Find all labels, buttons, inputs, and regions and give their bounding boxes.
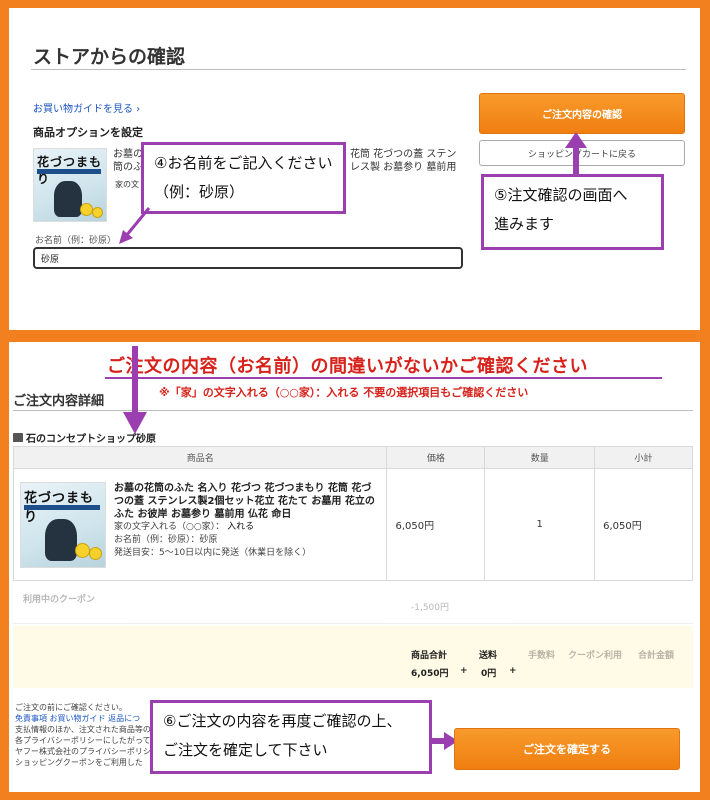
fee-label: 手数料 xyxy=(528,651,556,661)
disclaimer-link[interactable]: 免責事項 xyxy=(15,714,47,723)
fine-print-line: 各プライバシーポリシーにしたがって xyxy=(15,736,151,745)
col-product-name: 商品名 xyxy=(12,446,388,469)
gravestone-figure xyxy=(54,181,82,217)
shipping-label: 送料 xyxy=(479,651,498,661)
plus-sign: + xyxy=(460,666,468,676)
coupon-label: 利用中のクーポン xyxy=(23,595,96,605)
plus-sign: + xyxy=(509,666,517,676)
smile-sticker-icon xyxy=(80,203,93,216)
store-icon xyxy=(13,433,23,442)
item-description: お墓の花筒のふた 名入り 花づつ 花づつまもり 花筒 花づつの蓋 ステンレス製2… xyxy=(114,482,380,568)
check-name-headline: ご注文の内容（お名前）の間違いがないかご確認ください xyxy=(107,356,588,377)
smile-sticker-icon xyxy=(75,542,90,558)
title-divider xyxy=(31,69,686,70)
item-price: 6,050円 xyxy=(386,468,486,581)
coupon-row: 利用中のクーポン -1,500円 xyxy=(13,578,693,624)
shopping-guide-footer-link[interactable]: お買い物ガイド xyxy=(50,714,106,723)
col-subtotal: 小計 xyxy=(594,446,693,469)
order-summary: 商品合計 送料 6,050円 + 0円 + 手数料 クーポン利用 合計金額 xyxy=(13,626,693,688)
item-thumbnail: 花づつまもり xyxy=(20,481,106,568)
item-option-shipping: 発送目安：5〜10日以内に発送（休業日を除く） xyxy=(114,547,312,558)
arrow-to-name-field-icon xyxy=(119,207,151,244)
item-quantity: 1 xyxy=(484,468,596,581)
shop-name-text: 石のコンセプトショップ砂原 xyxy=(26,434,156,445)
col-price: 価格 xyxy=(386,446,486,469)
callout-enter-name-line1: ④お名前をご記入ください xyxy=(154,154,333,172)
item-thumbnail-banner xyxy=(24,504,100,510)
smile-sticker-icon xyxy=(89,546,102,560)
goods-total-value: 6,050円 xyxy=(411,669,449,679)
smile-sticker-icon xyxy=(92,207,103,218)
fine-print-line: ご注文の前にご確認ください。 xyxy=(15,703,127,712)
headline-underline xyxy=(105,377,662,379)
order-table-header: 商品名 価格 数量 小計 xyxy=(12,446,693,469)
item-gravestone-figure xyxy=(45,518,77,561)
product-thumbnail: 花づつまもり xyxy=(33,148,107,222)
order-detail-panel: ご注文の内容（お名前）の間違いがないかご確認ください ※「家」の文字入れる（○○… xyxy=(9,342,700,792)
family-option-note: ※「家」の文字入れる（○○家）：入れる 不要の選択項目もご確認ください xyxy=(159,386,529,399)
coupon-value: -1,500円 xyxy=(411,603,450,613)
item-subtotal: 6,050円 xyxy=(594,468,693,581)
name-field-label: お名前（例：砂原） xyxy=(35,236,117,246)
fine-print-line: 支払情報のほか、注文された商品等の xyxy=(15,725,151,734)
confirm-order-button[interactable]: ご注文内容の確認 xyxy=(479,93,685,134)
store-confirmation-panel: ストアからの確認 お買い物ガイドを見る › 商品オプションを設定 花づつまもり … xyxy=(9,8,700,330)
callout-finalize-line2: ご注文を確定して下さい xyxy=(163,741,328,759)
order-detail-title: ご注文内容詳細 xyxy=(13,394,105,409)
callout-proceed-line1: ⑤注文確認の画面へ xyxy=(494,186,628,204)
name-input[interactable]: 砂原 xyxy=(33,247,463,269)
item-option-name: お名前（例：砂原）：砂原 xyxy=(114,534,218,545)
item-option-family-label: 家の文字入れる（○○家）： xyxy=(114,521,225,532)
order-fine-print: ご注文の前にご確認ください。 免責事項 お買い物ガイド 返品につ 支払情報のほか… xyxy=(15,702,160,782)
callout-proceed-line2: 進みます xyxy=(494,215,555,233)
item-name-link[interactable]: お墓の花筒のふた 名入り 花づつ 花づつまもり 花筒 花づつの蓋 ステンレス製2… xyxy=(114,482,380,521)
col-quantity: 数量 xyxy=(484,446,596,469)
order-table: 商品名 価格 数量 小計 花づつまもり お墓の花筒のふた 名入り 花づつ 花づつ… xyxy=(12,446,693,581)
thumbnail-banner xyxy=(37,169,101,174)
goods-total-label: 商品合計 xyxy=(411,651,448,661)
item-option-family-value: 入れる xyxy=(227,521,255,532)
detail-divider xyxy=(13,410,693,411)
grand-total-label: 合計金額 xyxy=(638,651,675,661)
arrow-down-to-order-icon xyxy=(123,346,147,434)
fine-print-line: ショッピングクーポンをご利用した xyxy=(15,758,143,767)
callout-proceed-confirm: ⑤注文確認の画面へ 進みます xyxy=(481,174,664,250)
callout-enter-name: ④お名前をご記入ください （例：砂原） xyxy=(141,142,346,214)
product-options-heading: 商品オプションを設定 xyxy=(33,126,143,139)
callout-finalize-order: ⑥ご注文の内容を再度ご確認の上、 ご注文を確定して下さい xyxy=(150,700,432,774)
store-confirmation-title: ストアからの確認 xyxy=(33,46,186,68)
table-row: 花づつまもり お墓の花筒のふた 名入り 花づつ 花づつまもり 花筒 花づつの蓋 … xyxy=(12,468,693,581)
fine-print-line: ヤフー株式会社のプライバシーポリシ xyxy=(15,747,151,756)
returns-link[interactable]: 返品につ xyxy=(108,714,140,723)
coupon-use-label: クーポン利用 xyxy=(568,651,623,661)
place-order-button[interactable]: ご注文を確定する xyxy=(454,728,680,770)
shopping-guide-link[interactable]: お買い物ガイドを見る › xyxy=(33,100,140,115)
shop-name: 石のコンセプトショップ砂原 xyxy=(13,430,156,445)
product-name-text-right: 花筒 花づつの蓋 ステンレス製 お墓参り 墓前用 仏花… xyxy=(350,149,457,173)
fine-print-links: 免責事項 お買い物ガイド 返品につ xyxy=(15,713,160,724)
shipping-value: 0円 xyxy=(481,669,497,679)
callout-enter-name-line2: （例：砂原） xyxy=(154,183,245,201)
item-cell: 花づつまもり お墓の花筒のふた 名入り 花づつ 花づつまもり 花筒 花づつの蓋 … xyxy=(12,468,388,581)
item-option-family: 家の文字入れる（○○家）： 入れる xyxy=(114,521,380,534)
arrow-up-to-confirm-icon xyxy=(565,132,587,176)
callout-finalize-line1: ⑥ご注文の内容を再度ご確認の上、 xyxy=(163,712,402,730)
